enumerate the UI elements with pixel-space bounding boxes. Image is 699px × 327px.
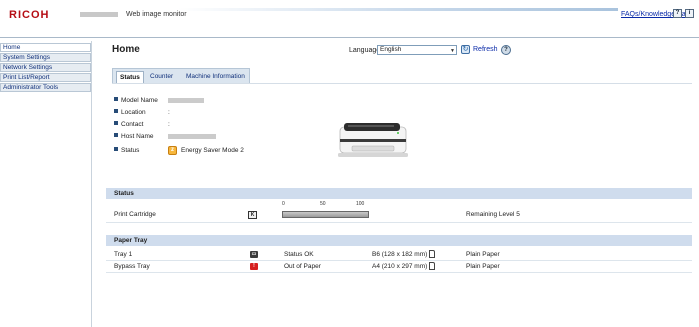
- row-divider: [106, 272, 692, 273]
- paper-orientation-icon: [429, 250, 435, 258]
- sidebar-item-system-settings[interactable]: System Settings: [0, 53, 91, 62]
- location-separator: :: [168, 109, 170, 116]
- brand-logo: RICOH: [9, 9, 50, 21]
- model-name-row: Model Name: [114, 96, 158, 105]
- bullet-icon: [114, 147, 118, 151]
- sidebar-item-administrator-tools[interactable]: Administrator Tools: [0, 83, 91, 92]
- tray-paper-size: A4 (210 x 297 mm): [372, 263, 428, 270]
- tray-paper-type: Plain Paper: [466, 251, 500, 258]
- sidebar-item-print-list-report[interactable]: Print List/Report: [0, 73, 91, 82]
- status-row: Status: [114, 146, 139, 155]
- status-value: Energy Saver Mode 2: [181, 147, 244, 154]
- scale-label-50: 50: [320, 201, 326, 207]
- cartridge-level-fill: [283, 212, 368, 217]
- tab-counter[interactable]: Counter: [147, 71, 176, 83]
- tab-bar: Status Counter Machine Information: [112, 68, 250, 83]
- tray-paper-size: B6 (128 x 182 mm): [372, 251, 428, 258]
- printer-image: [338, 123, 408, 157]
- scale-label-0: 0: [282, 201, 285, 207]
- host-name-row: Host Name: [114, 132, 154, 141]
- row-divider: [106, 260, 692, 261]
- contact-row: Contact: [114, 120, 143, 129]
- chevron-down-icon: ▼: [450, 48, 455, 54]
- header-divider: [0, 37, 699, 38]
- status-label: Status: [121, 147, 140, 154]
- help-icon[interactable]: ?: [501, 45, 511, 55]
- location-row: Location: [114, 108, 146, 117]
- tray-paper-type: Plain Paper: [466, 263, 500, 270]
- language-label: Language: [349, 47, 381, 54]
- refresh-link[interactable]: Refresh: [473, 46, 498, 53]
- cartridge-icon: K: [248, 211, 257, 219]
- model-name-value-redacted: [168, 98, 204, 103]
- status-section-header: Status: [106, 188, 692, 199]
- tray-ok-icon: ▭: [250, 251, 258, 258]
- bullet-icon: [114, 109, 118, 113]
- page-title: Home: [112, 44, 140, 55]
- language-select[interactable]: English ▼: [377, 45, 457, 55]
- header-band: [178, 8, 618, 11]
- tray-error-icon: !: [250, 263, 258, 270]
- cartridge-level-bar: [282, 211, 369, 218]
- tray-status: Out of Paper: [284, 263, 321, 270]
- faq-link[interactable]: FAQs/Knowledge Base: [621, 11, 693, 18]
- sidebar-item-home[interactable]: Home: [0, 43, 91, 52]
- host-name-value-redacted: [168, 134, 216, 139]
- refresh-icon[interactable]: ↻: [461, 45, 470, 54]
- tray-status: Status OK: [284, 251, 314, 258]
- tray-name: Tray 1: [114, 251, 133, 258]
- host-name-label: Host Name: [121, 133, 154, 140]
- tab-status[interactable]: Status: [116, 71, 144, 83]
- contact-separator: :: [168, 121, 170, 128]
- model-name-label: Model Name: [121, 97, 158, 104]
- energy-saver-icon: z: [168, 146, 177, 155]
- top-header: RICOH Web image monitor FAQs/Knowledge B…: [0, 0, 699, 21]
- tray-name: Bypass Tray: [114, 263, 150, 270]
- cartridge-remaining: Remaining Level 5: [466, 211, 520, 218]
- question-icon[interactable]: ?: [673, 9, 682, 18]
- bullet-icon: [114, 121, 118, 125]
- language-selected-value: English: [380, 46, 402, 53]
- sidebar: Home System Settings Network Settings Pr…: [0, 41, 92, 327]
- paper-tray-section-header: Paper Tray: [106, 235, 692, 246]
- contact-label: Contact: [121, 121, 144, 128]
- bullet-icon: [114, 97, 118, 101]
- tab-underline: [112, 83, 692, 84]
- model-name-redacted: [80, 12, 118, 17]
- cartridge-label: Print Cartridge: [114, 211, 156, 218]
- paper-orientation-icon: [429, 262, 435, 270]
- sidebar-item-network-settings[interactable]: Network Settings: [0, 63, 91, 72]
- tab-machine-information[interactable]: Machine Information: [183, 71, 248, 83]
- location-label: Location: [121, 109, 146, 116]
- bullet-icon: [114, 133, 118, 137]
- info-icon[interactable]: i: [685, 9, 694, 18]
- row-divider: [106, 222, 692, 223]
- app-title: Web image monitor: [126, 11, 187, 18]
- scale-label-100: 100: [356, 201, 365, 207]
